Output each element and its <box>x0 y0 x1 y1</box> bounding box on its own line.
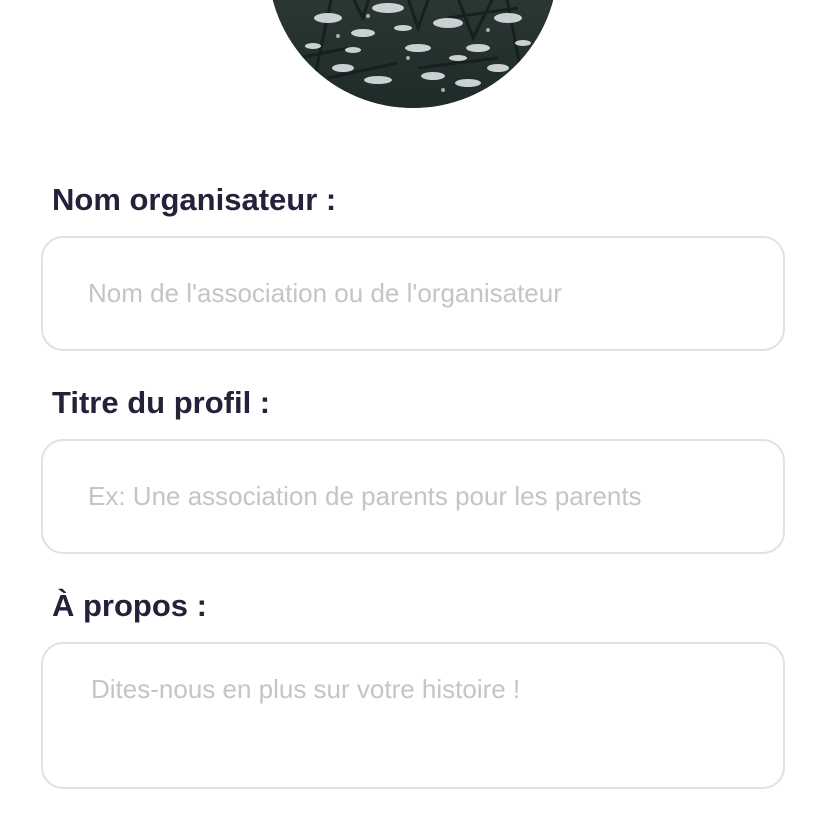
organizer-name-label: Nom organisateur : <box>52 182 337 217</box>
organizer-name-input[interactable] <box>41 236 785 351</box>
profile-title-input[interactable] <box>41 439 785 554</box>
about-textarea[interactable] <box>41 642 785 789</box>
about-label: À propos : <box>52 588 207 623</box>
avatar-photo <box>268 0 558 108</box>
profile-title-label: Titre du profil : <box>52 385 271 420</box>
organizer-profile-form: Nom organisateur : Titre du profil : À p… <box>0 0 828 828</box>
profile-avatar-image[interactable] <box>268 0 558 108</box>
